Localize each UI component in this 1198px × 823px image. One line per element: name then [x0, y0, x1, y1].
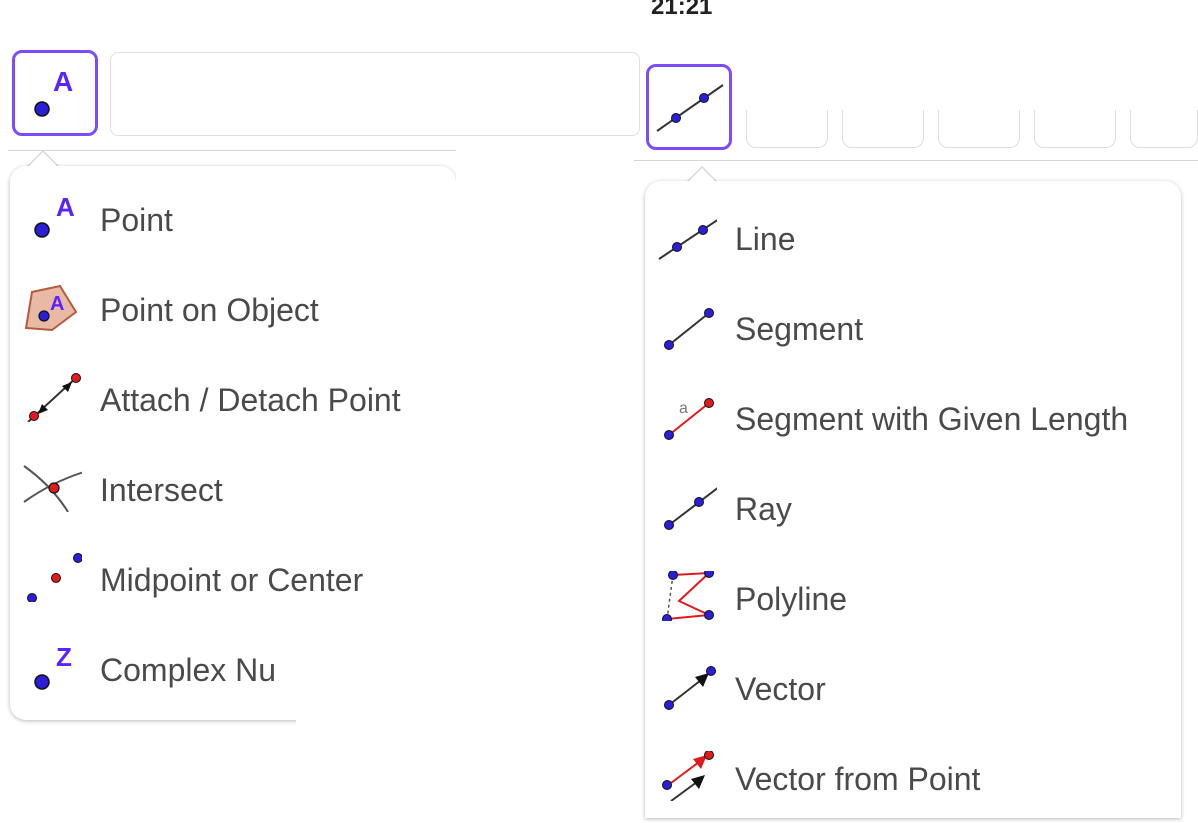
menu-item-label: Point — [100, 202, 173, 238]
point-icon: A — [34, 66, 73, 117]
vector-icon — [664, 666, 716, 710]
svg-text:Z: Z — [56, 642, 72, 672]
line-tools-button[interactable] — [646, 64, 732, 150]
toolbar-divider — [8, 150, 474, 151]
menu-arrow — [686, 168, 718, 184]
point-icon: A — [34, 192, 75, 238]
svg-text:a: a — [679, 400, 688, 417]
svg-text:A: A — [56, 192, 75, 222]
input-field[interactable] — [110, 52, 640, 136]
point-tools-menu: A Point A Point on Object Attach / Detac… — [10, 166, 456, 720]
menu-item-point-on-object[interactable]: A Point on Object — [10, 264, 456, 354]
segment-given-length-icon: a — [664, 398, 714, 440]
point-on-object-icon: A — [24, 284, 78, 332]
menu-item-label: Line — [735, 221, 796, 257]
overlay-cover — [456, 150, 636, 670]
menu-item-line[interactable]: Line — [645, 193, 1181, 283]
attach-detach-point-icon — [27, 373, 81, 422]
line-icon — [656, 84, 724, 132]
menu-item-label: Attach / Detach Point — [100, 382, 401, 418]
overlay-cover — [296, 650, 636, 818]
menu-item-label: Vector from Point — [735, 761, 981, 797]
menu-arrow — [27, 152, 59, 168]
menu-item-label: Vector — [735, 671, 826, 707]
segment-icon — [664, 308, 714, 350]
toolbar-slot[interactable] — [1034, 110, 1116, 148]
toolbar-slot[interactable] — [746, 110, 828, 148]
menu-item-ray[interactable]: Ray — [645, 463, 1181, 553]
menu-item-label: Segment with Given Length — [735, 401, 1129, 437]
menu-item-vector[interactable]: Vector — [645, 643, 1181, 733]
menu-item-label: Segment — [735, 311, 864, 347]
complex-number-icon: Z — [34, 642, 72, 690]
menu-item-intersect[interactable]: Intersect — [10, 444, 456, 534]
menu-item-midpoint[interactable]: Midpoint or Center — [10, 534, 456, 624]
menu-item-segment[interactable]: Segment — [645, 283, 1181, 373]
toolbar-slot[interactable] — [842, 110, 924, 148]
menu-item-label: Polyline — [735, 581, 848, 617]
vector-from-point-icon — [662, 751, 714, 801]
menu-item-label: Point on Object — [100, 292, 319, 328]
menu-item-label: Intersect — [100, 472, 223, 508]
menu-item-vector-from-point[interactable]: Vector from Point — [645, 733, 1181, 823]
menu-item-polyline[interactable]: Polyline — [645, 553, 1181, 643]
point-tools-button[interactable]: A — [12, 50, 98, 136]
ray-icon — [664, 487, 717, 530]
menu-item-attach-detach-point[interactable]: Attach / Detach Point — [10, 354, 456, 444]
menu-item-segment-given-length[interactable]: a Segment with Given Length — [645, 373, 1181, 463]
status-time: 21:21 — [651, 0, 713, 20]
line-tools-menu: Line Segment a Segment with Given Length… — [645, 181, 1181, 818]
menu-item-label: Ray — [735, 491, 792, 527]
polyline-icon — [662, 571, 714, 621]
menu-item-label: Complex Nu — [100, 652, 277, 688]
line-icon — [658, 219, 717, 260]
midpoint-icon — [27, 553, 82, 602]
svg-text:A: A — [53, 66, 73, 97]
toolbar-divider — [634, 160, 1198, 161]
toolbar-slot[interactable] — [1130, 110, 1198, 148]
svg-text:A: A — [50, 293, 64, 315]
menu-item-label: Midpoint or Center — [100, 562, 364, 598]
menu-item-point[interactable]: A Point — [10, 174, 456, 264]
intersect-icon — [23, 465, 82, 512]
toolbar-slot[interactable] — [938, 110, 1020, 148]
